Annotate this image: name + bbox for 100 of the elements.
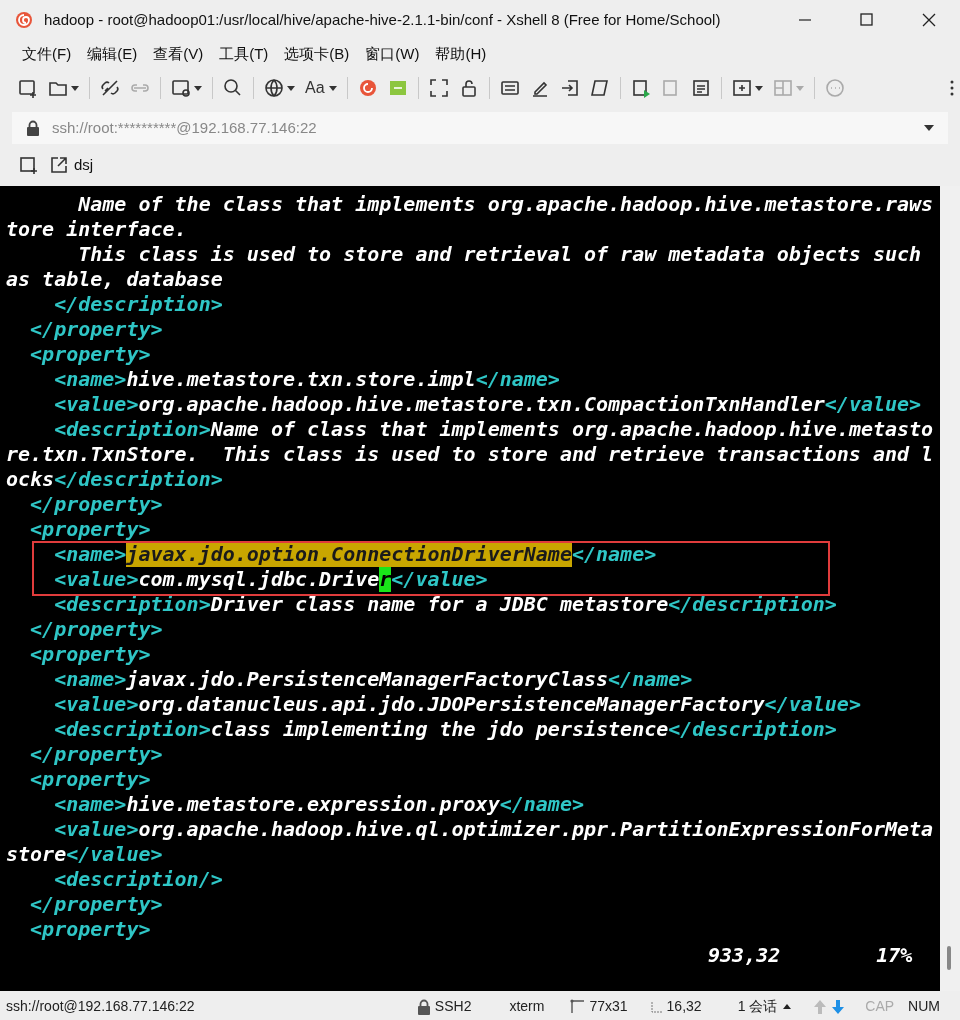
menu-item[interactable]: 窗口(W) (357, 42, 428, 66)
xml-tag: </name> (499, 792, 584, 817)
xml-tag: <property> (6, 917, 151, 942)
caret-icon[interactable] (328, 85, 337, 91)
xml-tag: <name> (6, 367, 127, 392)
add-panel-icon[interactable] (731, 78, 752, 98)
status-address: ssh://root@192.168.77.146:22 (6, 997, 195, 1016)
xml-tag: <description> (6, 717, 211, 742)
terminal-text: org.apache.hadoop.hive.metastore.txn.CompactionTxnHandler (138, 392, 825, 417)
xml-tag: </name> (571, 542, 657, 567)
globe-icon[interactable] (264, 78, 284, 98)
terminal-text: tore interface. (6, 217, 187, 242)
menu-item[interactable]: 文件(F) (14, 42, 80, 66)
terminal-text: ocks (6, 467, 55, 492)
xml-tag: <value> (6, 567, 139, 592)
xml-tag: </value> (66, 842, 163, 867)
num-lock-indicator: NUM (908, 997, 940, 1016)
menu-item[interactable]: 查看(V) (145, 42, 212, 66)
scroll-percent: 17% (876, 941, 913, 969)
snail-icon[interactable] (357, 78, 378, 98)
menu-item[interactable]: 工具(T) (211, 42, 277, 66)
terminal-text: re.txn.TxnStore. This class is used to store and retrieve transactions and l (6, 442, 934, 467)
xml-tag: <description> (6, 417, 211, 442)
xml-tag: <name> (6, 792, 127, 817)
xml-tag: <property> (6, 517, 151, 542)
login-icon[interactable] (559, 78, 580, 98)
xml-tag: <value> (6, 692, 139, 717)
xml-tag: <description> (6, 592, 211, 617)
external-link-icon (50, 156, 68, 174)
terminal-screen[interactable] (0, 186, 940, 991)
maximize-icon[interactable] (859, 12, 875, 28)
caret-icon[interactable] (194, 85, 202, 91)
lock-icon (416, 998, 431, 1015)
script-icon[interactable] (589, 78, 610, 98)
cursor-position: 933,32 (708, 941, 781, 969)
search-match: javax.jdo.option.ConnectionDriverName (126, 542, 572, 567)
xml-tag: </description> (54, 467, 223, 492)
xml-tag: </description> (668, 717, 837, 742)
terminal-text: as table, database (6, 267, 223, 292)
terminal-text: Name of class that implements org.apache.hadoop.hive.metasto (210, 417, 934, 442)
xml-tag: </value> (764, 692, 861, 717)
terminal-text: hive.metastore.expression.proxy (126, 792, 500, 817)
xml-tag: </value> (391, 567, 488, 592)
caret-icon[interactable] (924, 125, 934, 131)
caps-lock-indicator: CAP (865, 997, 895, 1016)
xml-tag: <value> (6, 817, 139, 842)
scrollbar-thumb[interactable] (947, 946, 951, 970)
terminal-text: class implementing the jdo persistence (210, 717, 669, 742)
caret-icon[interactable] (71, 85, 79, 91)
font-button[interactable]: Aa (305, 76, 337, 100)
xml-tag: <property> (6, 642, 151, 667)
terminal-text: javax.jdo.PersistenceManagerFactoryClass (126, 667, 609, 692)
xml-tag: </property> (6, 492, 163, 517)
disconnect-icon[interactable] (100, 78, 120, 98)
session-tab[interactable]: dsj (50, 153, 94, 177)
xml-tag: </property> (6, 892, 163, 917)
menu-item[interactable]: 选项卡(B) (276, 42, 358, 66)
caret-icon[interactable] (287, 85, 295, 91)
resize-icon (570, 998, 587, 1015)
xml-tag: <property> (6, 767, 151, 792)
terminal-type: xterm (509, 997, 545, 1016)
xml-tag: </name> (475, 367, 560, 392)
snail-icon (14, 10, 34, 30)
session-count: 1 会话 (737, 997, 778, 1016)
terminal-size: 77x31 (589, 997, 628, 1016)
window-title: hadoop - root@hadoop01:/usr/local/hive/apache-hive-2.1.1-bin/conf - Xshell 8 (Free for Home/School) (44, 9, 721, 30)
terminal-text: hive.metastore.txn.store.impl (126, 367, 476, 392)
xml-tag: <property> (6, 342, 151, 367)
cursor-coordinates: 16,32 (666, 997, 702, 1016)
fullscreen-icon[interactable] (428, 78, 449, 98)
terminal-text: org.datanucleus.api.jdo.JDOPersistenceManagerFactory (138, 692, 765, 717)
terminal-text: org.apache.hadoop.hive.ql.optimizer.ppr.PartitionExpressionForMeta (138, 817, 934, 842)
down-arrow-icon[interactable] (831, 998, 846, 1015)
terminal-text: Name of the class that implements org.apache.hadoop.hive.metastore.raws (77, 192, 934, 217)
xml-tag: </description> (668, 592, 837, 617)
new-tab-icon[interactable] (20, 155, 38, 175)
xml-tag: <name> (6, 542, 127, 567)
protocol-label: SSH2 (434, 997, 472, 1016)
lock-icon (26, 120, 40, 136)
menu-item[interactable]: 编辑(E) (79, 42, 146, 66)
search-icon[interactable] (223, 78, 243, 98)
xml-tag: </value> (824, 392, 922, 417)
more-icon[interactable] (950, 79, 954, 97)
keyboard-icon[interactable] (499, 78, 520, 98)
xml-tag: </name> (608, 667, 693, 692)
terminal-text: store (6, 842, 67, 867)
cursor: r (379, 567, 392, 592)
xml-tag: <value> (6, 392, 139, 417)
xml-tag: </property> (6, 742, 163, 767)
xml-tag: </property> (6, 617, 163, 642)
menu-item[interactable]: 帮助(H) (427, 42, 495, 66)
caret-icon[interactable] (754, 85, 763, 91)
new-session-icon[interactable] (18, 78, 38, 98)
xml-tag: <description/> (6, 867, 223, 892)
close-icon[interactable] (921, 12, 937, 28)
caret-icon[interactable] (783, 1004, 792, 1009)
log-start-icon[interactable] (630, 78, 651, 98)
document-icon[interactable] (690, 78, 711, 98)
xml-tag: <name> (6, 667, 127, 692)
xml-tag: </property> (6, 317, 163, 342)
